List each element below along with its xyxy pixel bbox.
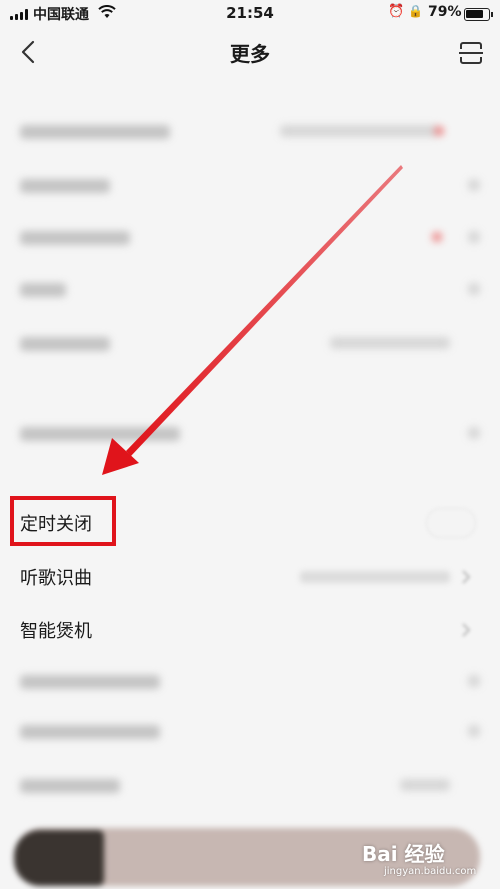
scan-icon[interactable]: [458, 40, 484, 66]
list-item-song-recognition[interactable]: 听歌识曲: [0, 552, 500, 602]
album-art: [14, 830, 104, 886]
battery-percent: 79%: [428, 4, 462, 20]
watermark-logo: Bai 经验 jingyan.baidu.com: [356, 838, 496, 886]
smart-burn-in-label: 智能煲机: [20, 621, 92, 642]
battery-fill: [466, 10, 483, 18]
alarm-icon: ⏰: [388, 4, 405, 19]
blurred-settings-group-lower: [0, 660, 500, 820]
annotation-highlight-box: [10, 496, 116, 546]
blurred-value: [300, 571, 450, 583]
status-time: 21:54: [226, 4, 274, 22]
watermark-sub: jingyan.baidu.com: [384, 866, 477, 877]
battery-cap: [491, 12, 493, 17]
list-item-smart-burn-in[interactable]: 智能煲机: [0, 605, 500, 655]
page-title: 更多: [230, 42, 270, 66]
song-recognition-label: 听歌识曲: [20, 568, 92, 589]
battery-icon: [464, 8, 490, 21]
watermark-main: Bai 经验: [362, 842, 445, 866]
toggle-icon[interactable]: [426, 508, 476, 538]
chevron-right-icon: [460, 568, 472, 586]
orientation-lock-icon: 🔒: [408, 4, 423, 18]
blurred-settings-group: [0, 100, 500, 460]
nav-bar: 更多: [0, 28, 500, 76]
chevron-right-icon: [460, 621, 472, 639]
status-bar: 中国联通 21:54 ⏰ 🔒 79%: [0, 0, 500, 28]
